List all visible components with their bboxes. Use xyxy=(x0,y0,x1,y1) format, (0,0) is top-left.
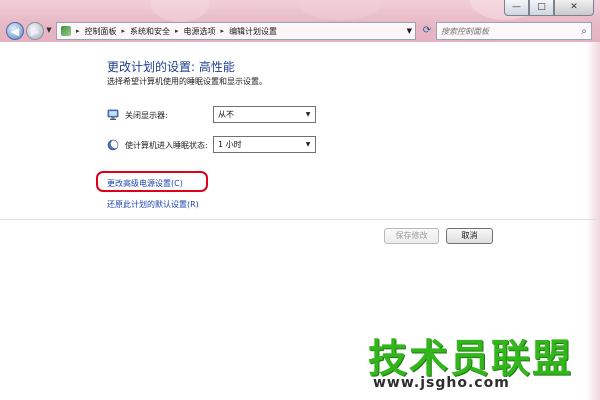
forward-button[interactable]: ▶ xyxy=(26,22,44,40)
sleep-label: 使计算机进入睡眠状态: xyxy=(125,140,208,150)
divider xyxy=(0,219,600,220)
decorative-flower xyxy=(300,0,380,20)
back-button[interactable]: ◀ xyxy=(6,22,24,40)
breadcrumb-system-security[interactable]: 系统和安全 xyxy=(130,26,170,37)
moon-sleep-icon xyxy=(107,139,119,151)
close-button[interactable]: ✕ xyxy=(554,0,594,16)
chevron-down-icon: ▼ xyxy=(46,26,52,34)
arrow-left-icon: ◀ xyxy=(10,24,20,38)
refresh-button[interactable]: ⟳ xyxy=(420,24,434,38)
maximize-button[interactable]: □ xyxy=(529,0,554,16)
setting-row-sleep: 使计算机进入睡眠状态: xyxy=(107,139,208,151)
control-panel-icon xyxy=(61,26,71,36)
breadcrumb-control-panel[interactable]: 控制面板 xyxy=(85,26,117,37)
watermark-url: www.jsgho.com xyxy=(373,375,510,391)
search-box[interactable]: ⌕ xyxy=(436,22,592,40)
search-icon[interactable]: ⌕ xyxy=(581,26,587,37)
breadcrumb-edit-plan[interactable]: 编辑计划设置 xyxy=(229,26,277,37)
page-title: 更改计划的设置: 高性能 xyxy=(107,60,235,74)
display-off-value: 从不 xyxy=(218,110,234,119)
refresh-icon: ⟳ xyxy=(422,25,432,36)
sleep-select[interactable]: 1 小时 ▼ xyxy=(213,136,316,153)
cancel-button[interactable]: 取消 xyxy=(446,228,493,244)
page-subtitle: 选择希望计算机使用的睡眠设置和显示设置。 xyxy=(107,77,267,86)
setting-row-display: 关闭显示器: xyxy=(107,109,168,121)
window-edge-decoration xyxy=(586,42,600,400)
window-controls: — □ ✕ xyxy=(504,0,594,16)
restore-defaults-link[interactable]: 还原此计划的默认设置(R) xyxy=(107,199,199,210)
chevron-down-icon: ▼ xyxy=(305,111,311,118)
sleep-value: 1 小时 xyxy=(218,140,242,149)
annotation-highlight xyxy=(96,171,208,192)
display-off-select[interactable]: 从不 ▼ xyxy=(213,106,316,123)
decorative-flower xyxy=(150,0,210,22)
breadcrumb-separator[interactable]: ▸ xyxy=(75,27,81,35)
save-changes-button[interactable]: 保存修改 xyxy=(384,228,439,244)
search-input[interactable] xyxy=(441,26,571,36)
history-dropdown-button[interactable]: ▼ xyxy=(45,26,53,36)
arrow-right-icon: ▶ xyxy=(30,24,40,38)
address-dropdown-icon[interactable]: ▼ xyxy=(407,27,412,35)
chevron-down-icon: ▼ xyxy=(305,141,311,148)
breadcrumb-separator[interactable]: ▸ xyxy=(174,27,180,35)
address-bar[interactable]: ▸ 控制面板 ▸ 系统和安全 ▸ 电源选项 ▸ 编辑计划设置 ▼ xyxy=(56,22,416,40)
breadcrumb-power-options[interactable]: 电源选项 xyxy=(184,26,216,37)
breadcrumb-separator[interactable]: ▸ xyxy=(220,27,226,35)
window-titlebar: ◀ ▶ ▼ ▸ 控制面板 ▸ 系统和安全 ▸ 电源选项 ▸ 编辑计划设置 ▼ ⟳… xyxy=(0,0,600,42)
monitor-icon xyxy=(107,109,119,120)
display-off-label: 关闭显示器: xyxy=(125,110,168,120)
minimize-button[interactable]: — xyxy=(504,0,529,16)
breadcrumb-separator[interactable]: ▸ xyxy=(121,27,127,35)
